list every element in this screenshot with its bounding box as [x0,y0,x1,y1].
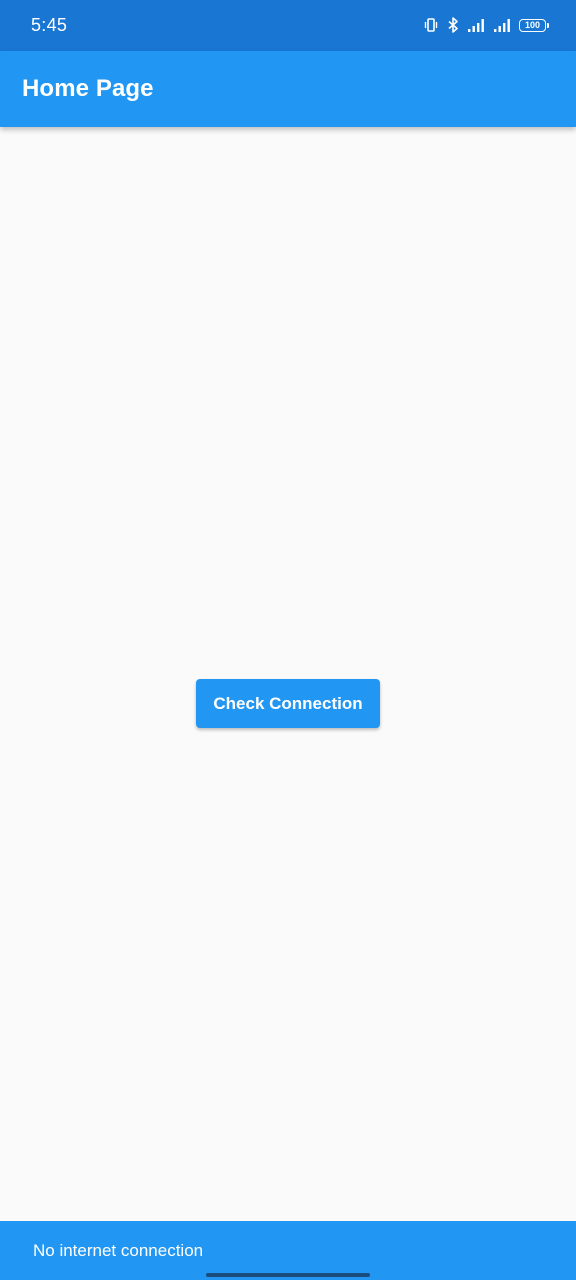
signal-icon [493,18,511,32]
snackbar: No internet connection [0,1221,576,1280]
bluetooth-icon [447,17,459,33]
status-bar: 5:45 100 [0,0,576,51]
main-content: Check Connection [0,127,576,1221]
status-icons: 100 [423,15,549,35]
status-time: 5:45 [31,15,68,35]
battery-icon: 100 [519,18,549,32]
snackbar-message: No internet connection [33,1241,204,1260]
vibrate-icon [423,17,439,33]
gesture-navigation-bar[interactable] [206,1273,370,1277]
check-connection-button[interactable]: Check Connection [196,679,380,728]
page-title: Home Page [22,75,154,102]
signal-icon [467,18,485,32]
app-bar: Home Page [0,51,576,127]
